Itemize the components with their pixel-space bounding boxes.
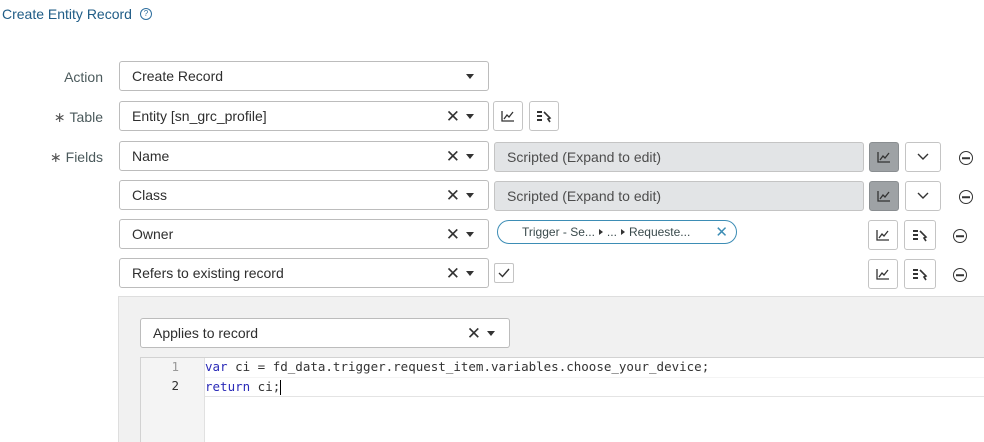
table-select-value: Entity [sn_grc_profile]: [132, 108, 267, 124]
scripted-label: Scripted (Expand to edit): [507, 149, 662, 165]
arrow-right-icon: [598, 229, 603, 235]
field-name-value: Name: [132, 148, 170, 164]
page-title-wrap: Create Entity Record ?: [2, 6, 152, 22]
action-select-value: Create Record: [132, 68, 224, 84]
pill-segment: ...: [606, 225, 617, 239]
field-value-scripted[interactable]: Scripted (Expand to edit): [494, 181, 864, 211]
script-icon: [877, 191, 890, 202]
chevron-down-icon[interactable]: [466, 73, 474, 79]
expand-button[interactable]: [905, 142, 941, 172]
data-pill-picker-icon: [913, 230, 928, 242]
chevron-down-icon[interactable]: [466, 231, 474, 237]
arrow-right-icon: [620, 229, 625, 235]
action-select[interactable]: Create Record: [119, 61, 489, 91]
chevron-down-icon: [917, 153, 929, 160]
fields-label-wrap: ∗ Fields: [43, 149, 103, 166]
chevron-down-icon[interactable]: [466, 270, 474, 276]
data-pill[interactable]: Trigger - Se... ... Requeste... ✕: [497, 220, 737, 244]
clear-icon[interactable]: ✕: [446, 265, 460, 282]
field-select-class[interactable]: Class ✕: [119, 180, 489, 210]
code-line[interactable]: return ci;: [205, 377, 984, 397]
remove-row-icon[interactable]: [959, 190, 973, 204]
chevron-down-icon[interactable]: [466, 113, 474, 119]
remove-row-icon[interactable]: [953, 268, 967, 282]
field-select-refers[interactable]: Refers to existing record ✕: [119, 258, 489, 288]
page-title: Create Entity Record: [2, 6, 132, 22]
required-marker: ∗: [49, 149, 62, 165]
chevron-down-icon[interactable]: [466, 153, 474, 159]
table-label: Table: [69, 109, 103, 125]
data-pill-picker-button[interactable]: [904, 259, 936, 289]
remove-pill-icon[interactable]: ✕: [715, 223, 728, 241]
field-name-value: Class: [132, 187, 168, 203]
expand-button[interactable]: [905, 181, 941, 211]
applies-to-select[interactable]: Applies to record ✕: [140, 318, 510, 348]
field-name-value: Refers to existing record: [132, 265, 284, 281]
code-text: ci = fd_data.trigger.request_item.variab…: [227, 359, 710, 374]
script-icon: [501, 111, 514, 122]
script-toggle-button[interactable]: [869, 181, 899, 211]
code-keyword: var: [205, 359, 228, 374]
data-pill-picker-icon: [913, 269, 928, 281]
pill-segment: Trigger - Se...: [522, 225, 595, 239]
field-select-name[interactable]: Name ✕: [119, 141, 489, 171]
script-toggle-button[interactable]: [868, 220, 898, 250]
chevron-down-icon[interactable]: [487, 330, 495, 336]
clear-icon[interactable]: ✕: [446, 148, 460, 165]
code-keyword: return: [205, 379, 251, 394]
script-toggle-button[interactable]: [493, 101, 523, 131]
table-select[interactable]: Entity [sn_grc_profile] ✕: [119, 101, 489, 131]
clear-icon[interactable]: ✕: [446, 226, 460, 243]
scripted-label: Scripted (Expand to edit): [507, 188, 662, 204]
checkmark-icon: [498, 268, 510, 278]
script-toggle-button[interactable]: [869, 142, 899, 172]
line-number: 1: [171, 359, 179, 374]
pill-segment: Requeste...: [628, 225, 691, 239]
refers-checkbox[interactable]: [494, 263, 514, 283]
script-icon: [876, 230, 889, 241]
chevron-down-icon[interactable]: [466, 192, 474, 198]
clear-icon[interactable]: ✕: [446, 108, 460, 125]
help-icon[interactable]: ?: [139, 8, 152, 20]
field-value-scripted[interactable]: Scripted (Expand to edit): [494, 142, 864, 172]
code-text: ci;: [250, 379, 281, 394]
applies-to-value: Applies to record: [153, 325, 259, 341]
data-pill-picker-icon: [537, 111, 552, 123]
field-name-value: Owner: [132, 226, 174, 242]
code-editor[interactable]: 1 2 var ci = fd_data.trigger.request_ite…: [140, 357, 984, 442]
fields-label: Fields: [65, 149, 103, 165]
data-pill-picker-button[interactable]: [904, 220, 936, 250]
data-pill-picker-button[interactable]: [529, 101, 559, 131]
field-select-owner[interactable]: Owner ✕: [119, 219, 489, 249]
text-cursor: [280, 380, 282, 395]
script-icon: [876, 269, 889, 280]
remove-row-icon[interactable]: [959, 151, 973, 165]
remove-row-icon[interactable]: [953, 229, 967, 243]
script-toggle-button[interactable]: [868, 259, 898, 289]
script-icon: [877, 152, 890, 163]
editor-gutter: 1 2: [141, 358, 205, 442]
action-label: Action: [64, 69, 103, 85]
line-number: 2: [171, 378, 179, 393]
chevron-down-icon: [917, 192, 929, 199]
code-line[interactable]: var ci = fd_data.trigger.request_item.va…: [205, 358, 984, 376]
table-label-wrap: ∗ Table: [43, 109, 103, 126]
clear-icon[interactable]: ✕: [446, 187, 460, 204]
required-marker: ∗: [53, 109, 66, 125]
clear-icon[interactable]: ✕: [467, 325, 481, 342]
